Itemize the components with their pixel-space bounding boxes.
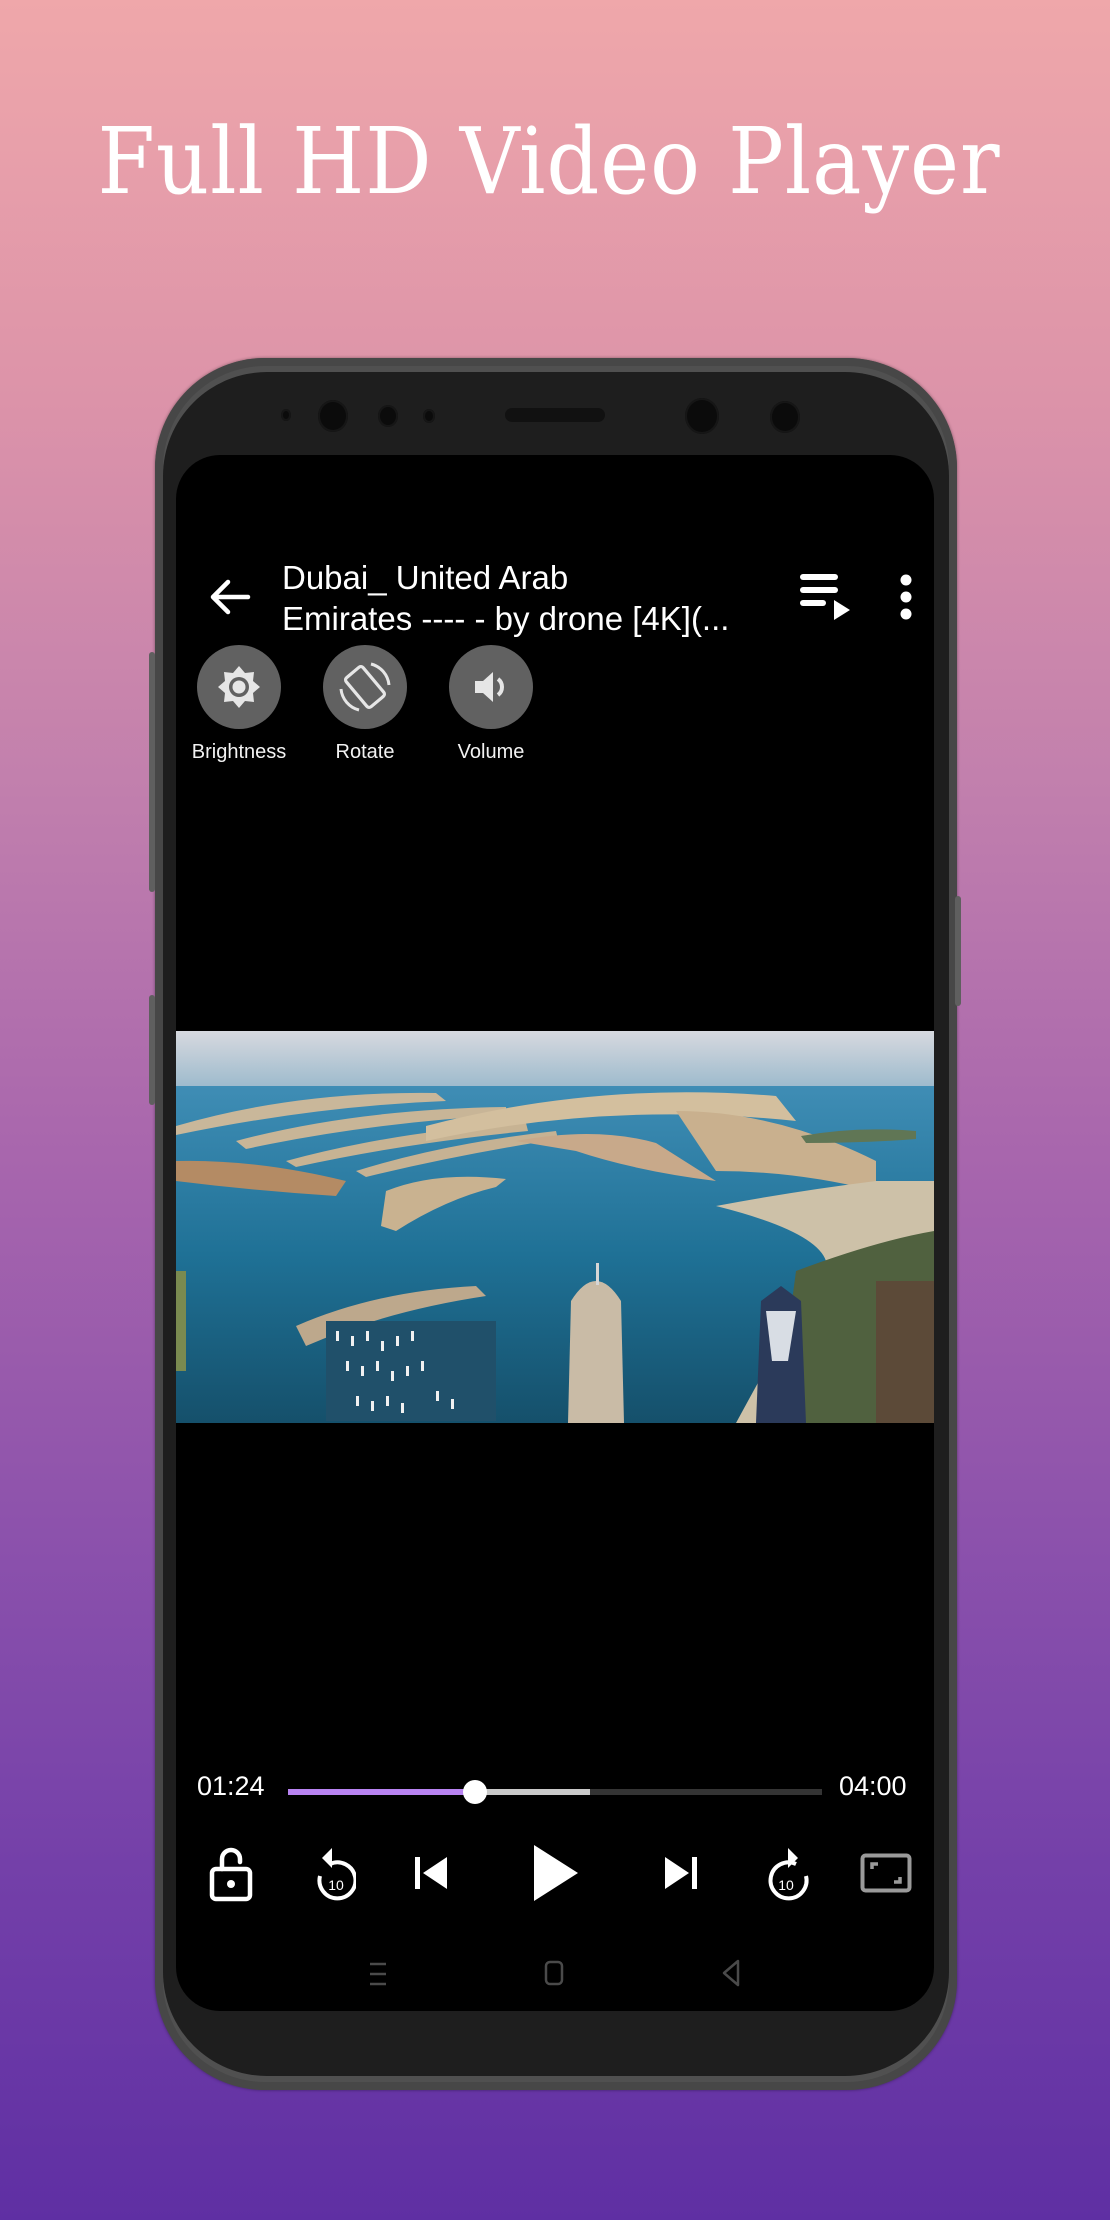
rotate-icon [339,662,391,712]
lock-button[interactable] [196,1835,266,1911]
seek-bar-thumb[interactable] [462,1780,487,1804]
phone-side-button [955,896,961,1006]
current-time: 01:24 [197,1771,265,1801]
proximity-sensor [281,409,291,421]
volume-icon [475,672,504,702]
back-triangle-icon [722,1959,740,1987]
more-vert-icon [900,574,912,620]
playlist-button[interactable] [796,570,854,624]
aspect-ratio-icon [860,1853,912,1893]
nav-back-button[interactable] [712,1957,752,1991]
seek-bar-played [288,1789,475,1795]
rotate-icon-circle [323,645,407,729]
promo-headline: Full HD Video Player [97,108,1001,215]
more-options-button[interactable] [894,571,918,623]
forward-10-icon: 10 [768,1848,809,1901]
brightness-button[interactable]: Brightness [179,645,299,764]
skip-next-icon [665,1857,697,1889]
forward-10-badge: 10 [778,1877,794,1893]
aspect-ratio-button[interactable] [851,1835,921,1911]
phone-side-button [149,995,155,1105]
recents-icon [370,1962,386,1986]
light-sensor [423,409,435,423]
replay-10-icon: 10 [317,1848,356,1901]
volume-label: Volume [457,741,525,763]
arrow-back-icon [210,579,251,615]
play-button[interactable] [516,1835,596,1911]
brightness-icon [218,666,260,708]
player-screen: Dubai_ United Arab Emirates ---- - by dr… [176,455,934,2011]
playlist-play-icon [800,574,850,620]
home-icon [544,1960,564,1986]
brightness-label: Brightness [191,741,287,763]
skip-previous-icon [415,1857,447,1889]
total-time: 04:00 [839,1771,907,1801]
play-icon [534,1845,578,1901]
iris-sensor [378,405,398,427]
forward-10-button[interactable]: 10 [754,1835,824,1911]
video-title-line2: Emirates ---- - by drone [4K](... [282,600,730,637]
front-camera-2 [685,398,719,434]
front-camera [318,400,348,432]
phone-side-button [149,652,155,892]
video-thumbnail-image [176,1031,934,1423]
volume-button[interactable]: Volume [431,645,551,764]
rewind-10-button[interactable]: 10 [296,1835,366,1911]
rotate-button[interactable]: Rotate [305,645,425,764]
earpiece-speaker [505,408,605,422]
previous-button[interactable] [396,1835,466,1911]
nav-recents-button[interactable] [358,1957,398,1991]
brightness-icon-circle [197,645,281,729]
rotate-label: Rotate [335,741,395,763]
next-button[interactable] [646,1835,716,1911]
seek-bar[interactable] [288,1780,822,1804]
front-camera-3 [770,401,800,433]
video-frame[interactable] [176,1031,934,1423]
video-title-line1: Dubai_ United Arab [282,559,569,596]
nav-home-button[interactable] [534,1957,574,1991]
video-title: Dubai_ United Arab Emirates ---- - by dr… [282,557,772,639]
volume-icon-circle [449,645,533,729]
back-button[interactable] [202,569,258,625]
unlock-icon [209,1847,253,1902]
rewind-10-badge: 10 [328,1877,344,1893]
